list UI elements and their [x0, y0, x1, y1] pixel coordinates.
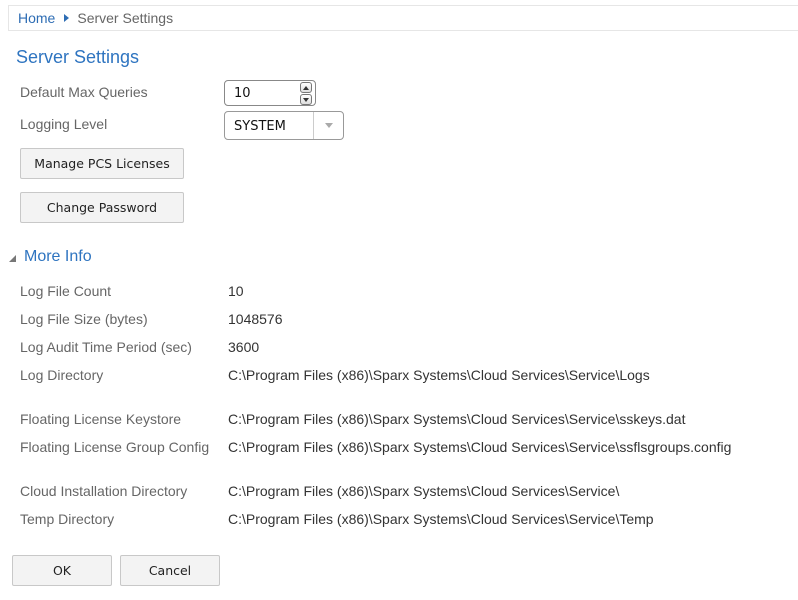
- max-queries-stepper[interactable]: 10: [224, 80, 316, 106]
- decrement-button[interactable]: [300, 94, 312, 105]
- ok-button[interactable]: OK: [12, 555, 112, 586]
- page-title: Server Settings: [16, 47, 140, 67]
- max-queries-value[interactable]: 10: [234, 86, 251, 101]
- manage-pcs-licenses-button[interactable]: Manage PCS Licenses: [20, 148, 184, 179]
- logging-level-label: Logging Level: [20, 116, 108, 132]
- change-password-button[interactable]: Change Password: [20, 192, 184, 223]
- info-label: Cloud Installation Directory: [20, 483, 188, 499]
- breadcrumb-current: Server Settings: [77, 10, 174, 26]
- increment-button[interactable]: [300, 82, 312, 93]
- collapse-triangle-icon: [9, 254, 16, 262]
- info-value: C:\Program Files (x86)\Sparx Systems\Clo…: [228, 411, 686, 427]
- breadcrumb-separator-icon: [64, 14, 70, 22]
- breadcrumb-home-link[interactable]: Home: [18, 10, 55, 26]
- dropdown-toggle[interactable]: [313, 112, 343, 139]
- max-queries-label: Default Max Queries: [20, 84, 148, 100]
- more-info-title: More Info: [24, 248, 92, 265]
- info-label: Log Audit Time Period (sec): [20, 339, 192, 355]
- info-label: Log Directory: [20, 367, 104, 383]
- info-label: Log File Size (bytes): [20, 311, 148, 327]
- info-value: C:\Program Files (x86)\Sparx Systems\Clo…: [228, 511, 654, 527]
- arrow-up-icon: [303, 85, 309, 90]
- cancel-button[interactable]: Cancel: [120, 555, 220, 586]
- info-label: Log File Count: [20, 283, 112, 299]
- info-label: Floating License Group Config: [20, 439, 210, 455]
- logging-level-select[interactable]: SYSTEM: [224, 111, 344, 140]
- info-label: Temp Directory: [20, 511, 115, 527]
- chevron-down-icon: [324, 123, 333, 128]
- breadcrumb: Home Server Settings: [8, 5, 798, 31]
- info-value: 3600: [228, 339, 260, 355]
- info-value: 1048576: [228, 311, 283, 327]
- arrow-down-icon: [303, 97, 309, 102]
- info-value: 10: [228, 283, 244, 299]
- info-value: C:\Program Files (x86)\Sparx Systems\Clo…: [228, 367, 650, 383]
- more-info-toggle[interactable]: More Info: [9, 248, 92, 266]
- info-value: C:\Program Files (x86)\Sparx Systems\Clo…: [228, 439, 732, 455]
- logging-level-value: SYSTEM: [234, 119, 286, 134]
- info-label: Floating License Keystore: [20, 411, 182, 427]
- info-value: C:\Program Files (x86)\Sparx Systems\Clo…: [228, 483, 620, 499]
